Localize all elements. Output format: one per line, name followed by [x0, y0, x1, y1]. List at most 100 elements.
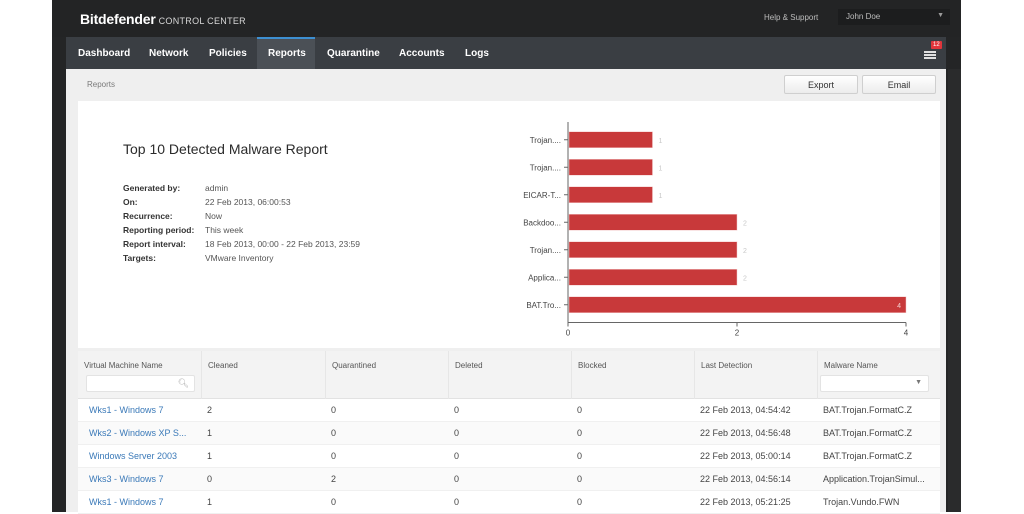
deleted-count: 0 [454, 474, 460, 484]
top-bar: Bitdefender CONTROL CENTER Help & Support… [52, 0, 961, 37]
vm-name-link[interactable]: Wks3 - Windows 7 [89, 474, 164, 484]
meta-label: Reporting period: [123, 225, 195, 235]
main-nav: Dashboard Network Policies Reports Quara… [66, 37, 946, 69]
last-detection: 22 Feb 2013, 04:56:48 [700, 428, 791, 438]
meta-label: Recurrence: [123, 211, 173, 221]
blocked-count: 0 [577, 451, 583, 461]
malware-name: BAT.Trojan.FormatC.Z [823, 428, 913, 438]
nav-reports[interactable]: Reports [257, 37, 315, 69]
nav-accounts[interactable]: Accounts [387, 37, 453, 69]
malware-name-filter-select[interactable]: ▼ [820, 375, 929, 392]
meta-row-report-interval: Report interval: 18 Feb 2013, 00:00 - 22 … [123, 237, 360, 251]
report-panel: Top 10 Detected Malware Report Generated… [78, 101, 940, 348]
notifications-button[interactable]: 12 [924, 41, 942, 59]
report-title: Top 10 Detected Malware Report [123, 141, 328, 157]
meta-row-targets: Targets: VMware Inventory [123, 251, 360, 265]
page-edge [948, 69, 961, 512]
email-button[interactable]: Email [862, 75, 936, 94]
blocked-count: 0 [577, 497, 583, 507]
vm-name-link[interactable]: Wks1 - Windows 7 [89, 405, 164, 415]
table-row[interactable]: Wks1 - Windows 7 1 0 0 0 22 Feb 2013, 05:21:2… [78, 491, 940, 514]
meta-value: This week [205, 225, 244, 235]
meta-value: admin [205, 183, 229, 193]
last-detection: 22 Feb 2013, 05:00:14 [700, 451, 791, 461]
bar [568, 131, 653, 148]
deleted-count: 0 [454, 451, 460, 461]
user-name: John Doe [846, 12, 881, 21]
nav-network[interactable]: Network [137, 37, 197, 69]
bar [568, 296, 907, 313]
bar-value-label: 1 [659, 138, 663, 145]
column-label: Cleaned [208, 361, 238, 370]
meta-label: Report interval: [123, 239, 186, 249]
column-header-quarantined[interactable]: Quarantined [325, 351, 448, 399]
column-label: Quarantined [332, 361, 377, 370]
table-row[interactable]: Windows Server 2003 1 0 0 0 22 Feb 2013, 05:0… [78, 445, 940, 468]
deleted-count: 0 [454, 428, 460, 438]
malware-bar-chart: Trojan.... 1 Trojan.... 1 EICAR-T... 1 Backdoo… [523, 122, 909, 338]
bar-value-label: 1 [659, 193, 663, 200]
malware-name: BAT.Trojan.FormatC.Z [823, 405, 913, 415]
detections-table: Virtual Machine Name Cleaned Quarantined… [78, 351, 940, 514]
y-tick-label: EICAR-T... [523, 191, 561, 200]
table-header: Virtual Machine Name Cleaned Quarantined… [78, 351, 940, 399]
vm-name-link[interactable]: Windows Server 2003 [89, 451, 177, 461]
vm-name-link[interactable]: Wks2 - Windows XP S... [89, 428, 186, 438]
quarantined-count: 0 [331, 497, 337, 507]
blocked-count: 0 [577, 474, 583, 484]
help-support-link[interactable]: Help & Support [764, 13, 818, 22]
column-label: Malware Name [824, 361, 878, 370]
report-meta: Generated by: admin On: 22 Feb 2013, 06:00… [123, 181, 360, 265]
last-detection: 22 Feb 2013, 05:21:25 [700, 497, 791, 507]
x-tick-label: 0 [566, 329, 571, 338]
column-label: Last Detection [701, 361, 753, 370]
bar [568, 269, 738, 286]
cleaned-count: 1 [207, 497, 213, 507]
meta-label: Targets: [123, 253, 156, 263]
content-area: Reports Export Email Top 10 Detected Mal… [66, 69, 946, 514]
meta-row-recurrence: Recurrence: Now [123, 209, 360, 223]
column-header-cleaned[interactable]: Cleaned [201, 351, 325, 399]
deleted-count: 0 [454, 405, 460, 415]
cleaned-count: 2 [207, 405, 213, 415]
y-tick-label: Trojan.... [530, 246, 561, 255]
nav-dashboard[interactable]: Dashboard [66, 37, 137, 69]
cleaned-count: 1 [207, 428, 213, 438]
chevron-down-icon: ▼ [915, 379, 922, 386]
bar [568, 159, 653, 176]
brand-subtitle: CONTROL CENTER [158, 16, 246, 26]
table-row[interactable]: Wks2 - Windows XP S... 1 0 0 0 22 Feb 2013, 0… [78, 422, 940, 445]
quarantined-count: 0 [331, 405, 337, 415]
quarantined-count: 0 [331, 428, 337, 438]
column-label: Deleted [455, 361, 483, 370]
meta-value: VMware Inventory [205, 253, 274, 263]
x-tick-label: 2 [735, 329, 740, 338]
meta-value: 18 Feb 2013, 00:00 - 22 Feb 2013, 23:59 [205, 239, 361, 249]
column-header-deleted[interactable]: Deleted [448, 351, 571, 399]
blocked-count: 0 [577, 428, 583, 438]
meta-value: 22 Feb 2013, 06:00:53 [205, 197, 291, 207]
column-header-blocked[interactable]: Blocked [571, 351, 694, 399]
user-menu[interactable]: John Doe ▼ [838, 9, 950, 25]
last-detection: 22 Feb 2013, 04:54:42 [700, 405, 791, 415]
bar [568, 186, 653, 203]
table-row[interactable]: Wks3 - Windows 7 0 2 0 0 22 Feb 2013, 04:56:1… [78, 468, 940, 491]
nav-logs[interactable]: Logs [453, 37, 503, 69]
quarantined-count: 2 [331, 474, 337, 484]
export-button[interactable]: Export [784, 75, 858, 94]
brand-name: Bitdefender [80, 11, 156, 27]
x-tick-label: 4 [904, 329, 909, 338]
vm-name-link[interactable]: Wks1 - Windows 7 [89, 497, 164, 507]
cleaned-count: 0 [207, 474, 213, 484]
y-tick-label: Trojan.... [530, 163, 561, 172]
meta-row-on: On: 22 Feb 2013, 06:00:53 [123, 195, 360, 209]
notification-badge: 12 [931, 41, 942, 49]
y-tick-label: BAT.Tro... [526, 301, 561, 310]
column-header-last-detection[interactable]: Last Detection [694, 351, 817, 399]
quarantined-count: 0 [331, 451, 337, 461]
table-row[interactable]: Wks1 - Windows 7 2 0 0 0 22 Feb 2013, 04:54:4… [78, 399, 940, 422]
nav-policies[interactable]: Policies [197, 37, 257, 69]
vm-name-filter-input[interactable]: 🔍︎ [86, 375, 195, 392]
column-label: Blocked [578, 361, 607, 370]
nav-quarantine[interactable]: Quarantine [315, 37, 387, 69]
